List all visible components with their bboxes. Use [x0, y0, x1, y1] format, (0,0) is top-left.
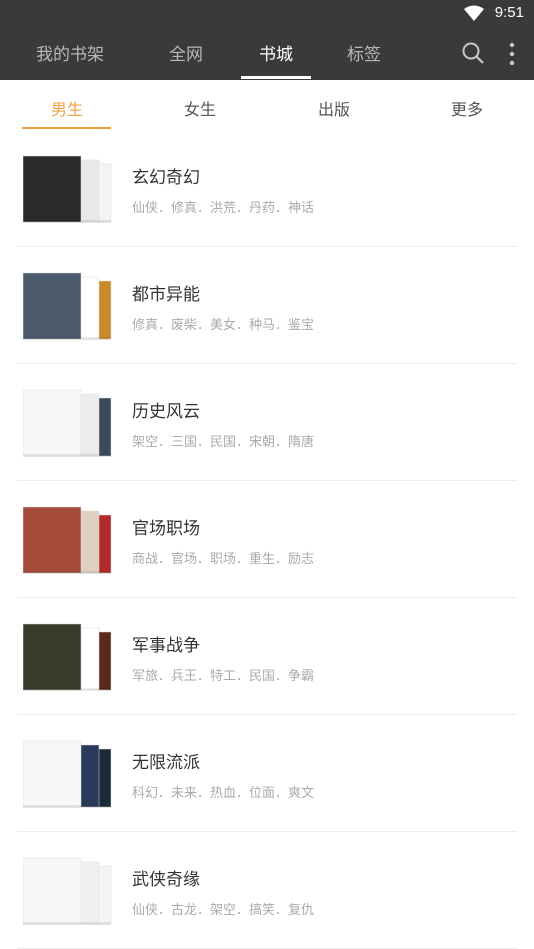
- list-item[interactable]: 军事战争军旅．兵王．特工．民国．争霸: [0, 598, 534, 715]
- top-nav: 我的书架 全网 书城 标签: [0, 28, 534, 80]
- book-cover-stack: [23, 155, 112, 223]
- list-item[interactable]: 武侠奇缘仙侠．古龙．架空．搞笑．复仇: [0, 832, 534, 949]
- list-item[interactable]: 玄幻奇幻仙侠．修真．洪荒．丹药．神话: [0, 130, 534, 247]
- category-tabs: 男生 女生 出版 更多: [0, 80, 534, 130]
- book-cover-stack: [23, 623, 112, 691]
- book-cover-stack: [23, 389, 112, 457]
- subtab-publishing[interactable]: 出版: [294, 96, 374, 120]
- list-item[interactable]: 官场职场商战．官场．职场．重生．励志: [0, 481, 534, 598]
- category-tags: 商战．官场．职场．重生．励志: [132, 552, 315, 567]
- book-cover-stack: [23, 506, 112, 574]
- category-tags: 军旅．兵王．特工．民国．争霸: [132, 669, 315, 684]
- category-tags: 仙侠．修真．洪荒．丹药．神话: [132, 201, 315, 216]
- subtab-male[interactable]: 男生: [27, 96, 107, 120]
- tab-bookshelf[interactable]: 我的书架: [36, 40, 104, 65]
- category-tags: 修真．废柴．美女．种马．鉴宝: [132, 318, 315, 333]
- active-tab-indicator: [241, 76, 311, 79]
- category-list: 玄幻奇幻仙侠．修真．洪荒．丹药．神话都市异能修真．废柴．美女．种马．鉴宝历史风云…: [0, 130, 534, 949]
- category-tags: 科幻．未来．热血．位面．爽文: [132, 786, 315, 801]
- category-title: 军事战争: [132, 636, 200, 656]
- category-title: 历史风云: [132, 402, 200, 422]
- status-time: 9:51: [494, 4, 524, 21]
- search-icon[interactable]: [461, 41, 485, 65]
- list-item[interactable]: 历史风云架空．三国．民国．宋朝．隋唐: [0, 364, 534, 481]
- tab-bookstore[interactable]: 书城: [259, 40, 293, 65]
- category-tags: 架空．三国．民国．宋朝．隋唐: [132, 435, 315, 450]
- category-title: 无限流派: [132, 753, 200, 773]
- category-title: 都市异能: [132, 285, 200, 305]
- subtab-more[interactable]: 更多: [427, 96, 507, 120]
- category-title: 官场职场: [132, 519, 200, 539]
- category-title: 武侠奇缘: [132, 870, 200, 890]
- active-subtab-indicator: [22, 127, 111, 129]
- book-cover-stack: [23, 272, 112, 340]
- status-bar: 9:51: [0, 0, 534, 28]
- book-cover-stack: [23, 740, 112, 808]
- more-vert-icon[interactable]: [505, 41, 519, 67]
- tab-tags[interactable]: 标签: [347, 40, 381, 65]
- wifi-icon: [464, 5, 484, 21]
- category-title: 玄幻奇幻: [132, 168, 200, 188]
- book-cover-stack: [23, 857, 112, 925]
- list-item[interactable]: 无限流派科幻．未来．热血．位面．爽文: [0, 715, 534, 832]
- list-item[interactable]: 都市异能修真．废柴．美女．种马．鉴宝: [0, 247, 534, 364]
- tab-all-web[interactable]: 全网: [169, 40, 203, 65]
- subtab-female[interactable]: 女生: [160, 96, 240, 120]
- category-tags: 仙侠．古龙．架空．搞笑．复仇: [132, 903, 315, 918]
